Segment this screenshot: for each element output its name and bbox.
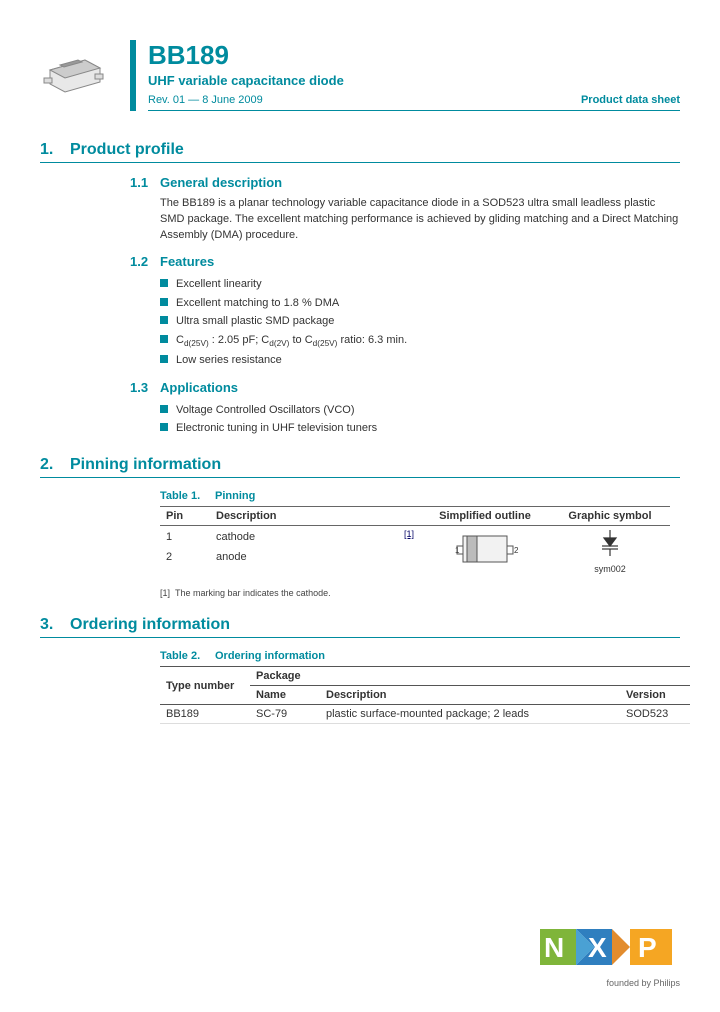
col-package: Package: [250, 667, 690, 686]
bullet-icon: [160, 335, 168, 343]
bullet-icon: [160, 355, 168, 363]
general-description-text: The BB189 is a planar technology variabl…: [160, 196, 680, 244]
list-item: Voltage Controlled Oscillators (VCO): [160, 401, 680, 420]
bullet-icon: [160, 279, 168, 287]
table2-caption: Table 2.Ordering information: [160, 650, 680, 662]
bullet-icon: [160, 405, 168, 413]
svg-text:X: X: [588, 932, 607, 963]
table-row: 1 cathode [1]: [160, 526, 420, 548]
nxp-logo: N X P founded by Philips: [540, 923, 680, 988]
section-1-1-heading: 1.1General description: [130, 175, 680, 190]
svg-text:2: 2: [514, 546, 519, 555]
features-list: Excellent linearity Excellent matching t…: [160, 275, 680, 370]
revision: Rev. 01 — 8 June 2009: [148, 94, 263, 106]
applications-list: Voltage Controlled Oscillators (VCO) Ele…: [160, 401, 680, 438]
section-1-2-heading: 1.2Features: [130, 254, 680, 269]
list-item: Excellent linearity: [160, 275, 680, 294]
col-name: Name: [250, 686, 320, 705]
section-1-3-heading: 1.3Applications: [130, 380, 680, 395]
col-desc: Description: [210, 507, 398, 526]
table-row: BB189 SC-79 plastic surface-mounted pack…: [160, 705, 690, 724]
section-1-heading: 1.Product profile: [40, 141, 680, 163]
symbol-label: sym002: [550, 564, 670, 574]
col-version: Version: [620, 686, 690, 705]
bullet-icon: [160, 316, 168, 324]
bullet-icon: [160, 298, 168, 306]
package-icon: [40, 50, 110, 100]
section-2-heading: 2.Pinning information: [40, 456, 680, 478]
table1-caption: Table 1.Pinning: [160, 490, 680, 502]
svg-text:P: P: [638, 932, 657, 963]
outline-icon: 1 2: [445, 526, 525, 571]
diode-symbol-icon: [590, 526, 630, 561]
list-item: Excellent matching to 1.8 % DMA: [160, 294, 680, 313]
col-pin: Pin: [160, 507, 210, 526]
list-item: Cd(25V) : 2.05 pF; Cd(2V) to Cd(25V) rat…: [160, 331, 680, 351]
footnote-ref[interactable]: [1]: [404, 529, 414, 539]
list-item: Electronic tuning in UHF television tune…: [160, 419, 680, 438]
ordering-table: Type number Package Name Description Ver…: [160, 666, 690, 724]
document-header: BB189 UHF variable capacitance diode Rev…: [40, 40, 680, 111]
list-item: Ultra small plastic SMD package: [160, 312, 680, 331]
pinning-table: Pin Description 1 cathode [1] 2 anode Si…: [160, 506, 680, 574]
section-3-heading: 3.Ordering information: [40, 616, 680, 638]
bullet-icon: [160, 423, 168, 431]
doc-type: Product data sheet: [581, 94, 680, 106]
table1-footnote: [1] The marking bar indicates the cathod…: [160, 588, 680, 598]
part-number: BB189: [148, 40, 680, 71]
logo-tagline: founded by Philips: [540, 978, 680, 988]
col-symbol: Graphic symbol: [550, 506, 670, 526]
subtitle: UHF variable capacitance diode: [148, 73, 680, 88]
col-type: Type number: [160, 667, 250, 705]
svg-text:N: N: [544, 932, 564, 963]
col-desc: Description: [320, 686, 620, 705]
col-outline: Simplified outline: [420, 506, 550, 526]
table-row: 2 anode: [160, 548, 420, 566]
list-item: Low series resistance: [160, 351, 680, 370]
svg-text:1: 1: [455, 546, 460, 555]
